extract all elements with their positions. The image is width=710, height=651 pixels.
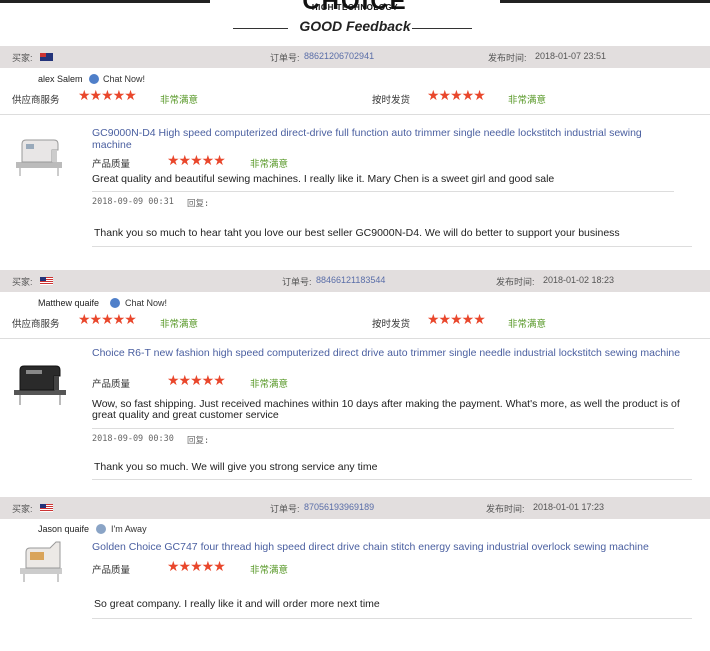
supplier-service-stars: ★★★★★ xyxy=(78,312,137,328)
divider xyxy=(92,428,674,429)
order-label: 订单号: xyxy=(282,277,312,287)
delivery-rating: 非常满意 xyxy=(508,319,547,330)
usa-flag-icon xyxy=(40,277,53,285)
title-rule-left xyxy=(233,28,288,29)
delivery-label: 按时发货 xyxy=(372,319,411,330)
publish-time-label: 发布时间: xyxy=(488,53,527,63)
delivery-rating: 非常满意 xyxy=(508,95,547,106)
title-rule-right xyxy=(412,28,472,29)
divider xyxy=(92,191,674,192)
australia-flag-icon xyxy=(40,53,53,61)
delivery-label: 按时发货 xyxy=(372,95,411,106)
product-title-link[interactable]: GC9000N-D4 High speed computerized direc… xyxy=(92,127,682,151)
buyer-name[interactable]: Jason quaife xyxy=(38,524,89,534)
publish-time-label: 发布时间: xyxy=(486,504,525,514)
review-comment: Great quality and beautiful sewing machi… xyxy=(92,173,555,185)
supplier-service-rating: 非常满意 xyxy=(160,319,199,330)
usa-flag-icon xyxy=(40,504,53,512)
reply-date: 2018-09-09 00:30 xyxy=(92,434,174,444)
buyer-label: 买家: xyxy=(12,504,33,514)
review-comment: Wow, so fast shipping. Just received mac… xyxy=(92,398,680,421)
seller-reply: Thank you so much. We will give you stro… xyxy=(94,461,378,473)
product-thumbnail[interactable] xyxy=(16,538,66,584)
supplier-service-rating: 非常满意 xyxy=(160,95,199,106)
reply-label: 回复: xyxy=(187,436,210,446)
order-number[interactable]: 87056193969189 xyxy=(304,502,374,512)
buyer-label: 买家: xyxy=(12,277,33,287)
divider xyxy=(92,479,692,480)
page-title: GOOD Feedback xyxy=(299,18,411,34)
product-quality-rating: 非常满意 xyxy=(250,379,289,390)
buyer-name[interactable]: alex Salem xyxy=(38,74,83,84)
buyer-label: 买家: xyxy=(12,53,33,63)
reply-label: 回复: xyxy=(187,199,210,209)
brand-tagline: HIGH TECHNOLOGY xyxy=(311,3,399,12)
order-label: 订单号: xyxy=(270,504,300,514)
product-thumbnail[interactable] xyxy=(14,132,64,178)
order-label: 订单号: xyxy=(270,53,300,63)
product-quality-rating: 非常满意 xyxy=(250,565,289,576)
product-quality-stars: ★★★★★ xyxy=(167,153,226,169)
delivery-stars: ★★★★★ xyxy=(427,312,486,328)
chat-icon[interactable] xyxy=(110,298,120,308)
product-title-link[interactable]: Golden Choice GC747 four thread high spe… xyxy=(92,541,692,553)
product-title-link[interactable]: Choice R6-T new fashion high speed compu… xyxy=(92,347,682,359)
product-quality-label: 产品质量 xyxy=(92,159,131,170)
divider xyxy=(92,246,692,247)
seller-reply: Thank you so much to hear taht you love … xyxy=(94,227,620,239)
publish-time: 2018-01-07 23:51 xyxy=(535,51,607,61)
publish-time: 2018-01-02 18:23 xyxy=(543,275,615,285)
away-status: I'm Away xyxy=(111,524,147,534)
review-header-bar: 买家: 订单号: 88466121183544 发布时间: 2018-01-02… xyxy=(0,270,710,292)
buyer-name[interactable]: Matthew quaife xyxy=(38,298,99,308)
divider xyxy=(0,114,710,115)
publish-time: 2018-01-01 17:23 xyxy=(533,502,605,512)
chat-icon[interactable] xyxy=(96,524,106,534)
product-quality-label: 产品质量 xyxy=(92,379,131,390)
delivery-stars: ★★★★★ xyxy=(427,88,486,104)
review-comment: So great company. I really like it and w… xyxy=(94,598,380,610)
header-rule-left xyxy=(0,0,210,3)
review-header-bar: 买家: 订单号: 87056193969189 发布时间: 2018-01-01… xyxy=(0,497,710,519)
product-quality-stars: ★★★★★ xyxy=(167,373,226,389)
header-rule-right xyxy=(500,0,710,3)
supplier-service-stars: ★★★★★ xyxy=(78,88,137,104)
supplier-service-label: 供应商服务 xyxy=(12,319,60,330)
divider xyxy=(92,618,692,619)
product-thumbnail[interactable] xyxy=(12,360,68,406)
publish-time-label: 发布时间: xyxy=(496,277,535,287)
chat-icon[interactable] xyxy=(89,74,99,84)
chat-now-link[interactable]: Chat Now! xyxy=(125,298,167,308)
brand-logo: CHOICE HIGH TECHNOLOGY xyxy=(230,0,480,14)
reply-date: 2018-09-09 00:31 xyxy=(92,197,174,207)
review-header-bar: 买家: 订单号: 88621206702941 发布时间: 2018-01-07… xyxy=(0,46,710,68)
product-quality-stars: ★★★★★ xyxy=(167,559,226,575)
chat-now-link[interactable]: Chat Now! xyxy=(103,74,145,84)
order-number[interactable]: 88466121183544 xyxy=(316,275,385,285)
product-quality-rating: 非常满意 xyxy=(250,159,289,170)
divider xyxy=(0,338,710,339)
order-number[interactable]: 88621206702941 xyxy=(304,51,374,61)
supplier-service-label: 供应商服务 xyxy=(12,95,60,106)
product-quality-label: 产品质量 xyxy=(92,565,131,576)
